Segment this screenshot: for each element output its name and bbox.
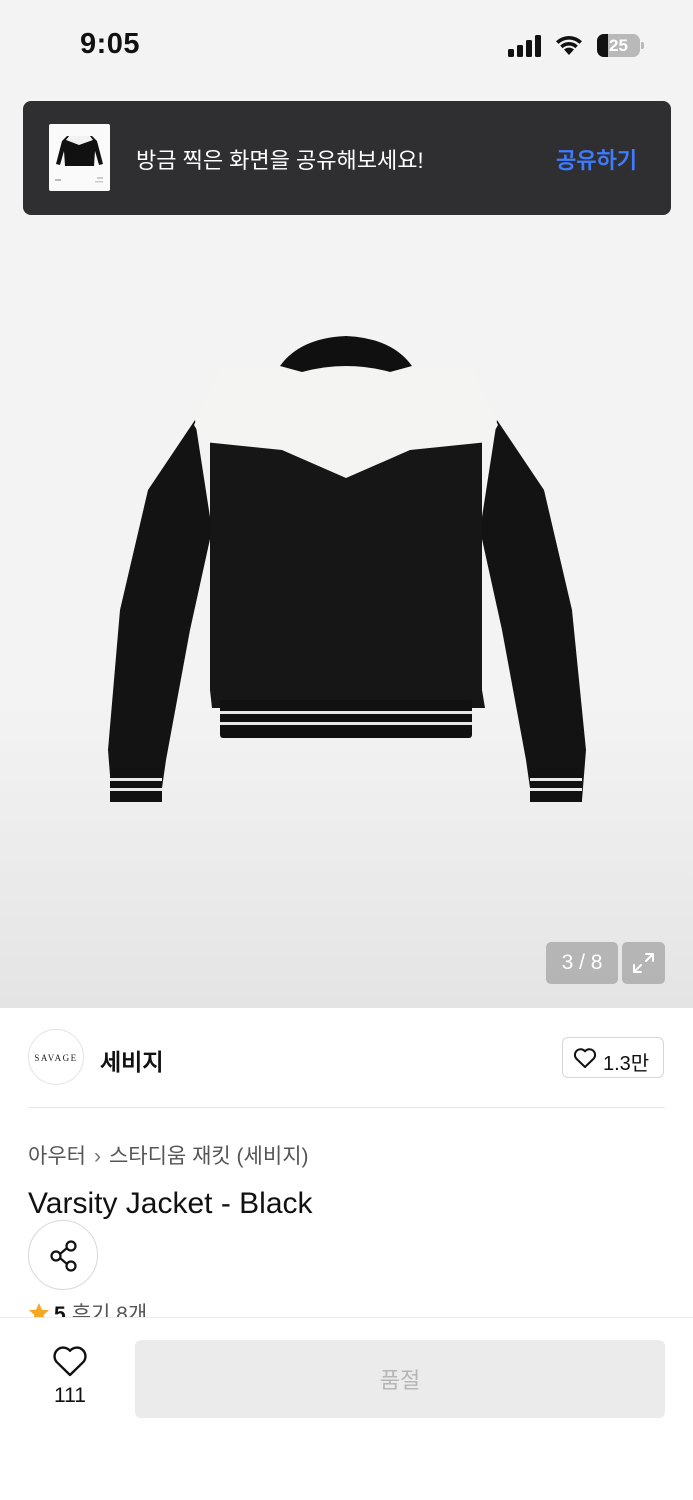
brand-logo[interactable]: SAVAGE [28, 1029, 84, 1085]
divider [28, 1107, 665, 1108]
status-bar: 9:05 25 [0, 0, 693, 92]
heart-icon [573, 1048, 597, 1068]
breadcrumb-category[interactable]: 아우터 [28, 1145, 86, 1168]
screenshot-thumbnail[interactable] [49, 124, 110, 191]
brand-like-count: 1.3만 [603, 1053, 650, 1075]
brand-name[interactable]: 세비지 [100, 1043, 163, 1077]
sold-out-button[interactable]: 품절 [135, 1340, 665, 1418]
expand-image-button[interactable] [622, 942, 665, 984]
toast-message: 방금 찍은 화면을 공유해보세요! [136, 148, 424, 173]
wifi-icon [556, 35, 582, 55]
cellular-signal-icon [508, 35, 542, 57]
product-title: Varsity Jacket - Black [28, 1187, 313, 1220]
breadcrumb-subcategory[interactable]: 스타디움 재킷 (세비지) [109, 1145, 309, 1168]
breadcrumb: 아우터 › 스타디움 재킷 (세비지) [28, 1140, 309, 1170]
share-icon [50, 1240, 77, 1272]
heart-icon [53, 1346, 87, 1377]
share-screenshot-toast: 방금 찍은 화면을 공유해보세요! 공유하기 [23, 101, 671, 215]
battery-icon: 25 [597, 34, 644, 57]
brand-like-button[interactable]: 1.3만 [562, 1037, 664, 1078]
battery-level: 25 [609, 36, 628, 55]
image-counter: 3 / 8 [546, 942, 618, 984]
chevron-right-icon: › [93, 1145, 101, 1168]
status-time: 9:05 [80, 28, 141, 60]
expand-icon [633, 953, 654, 973]
product-image[interactable] [100, 330, 592, 810]
share-product-button[interactable] [28, 1220, 98, 1290]
wishlist-button[interactable]: 111 [40, 1344, 100, 1414]
share-button[interactable]: 공유하기 [556, 143, 637, 175]
wishlist-count: 111 [54, 1384, 86, 1407]
